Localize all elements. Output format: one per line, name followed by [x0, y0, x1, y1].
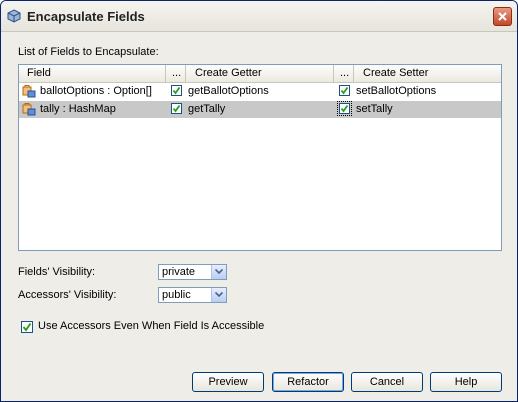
column-header-field[interactable]: Field: [19, 65, 166, 82]
accessors-visibility-label: Accessors' Visibility:: [18, 289, 117, 301]
title-bar[interactable]: Encapsulate Fields: [1, 1, 517, 32]
refactor-button[interactable]: Refactor: [272, 372, 344, 392]
setter-name[interactable]: setTally: [356, 101, 393, 118]
use-accessors-checkbox[interactable]: [21, 321, 33, 333]
field-lock-icon: [22, 84, 36, 98]
dropdown-button[interactable]: [211, 288, 226, 302]
dialog-content: List of Fields to Encapsulate: Field ...…: [1, 32, 517, 401]
accessors-visibility-value: public: [162, 289, 191, 301]
getter-name[interactable]: getTally: [188, 101, 225, 118]
setter-checkbox[interactable]: [337, 101, 352, 116]
preview-button[interactable]: Preview: [192, 372, 264, 392]
close-button[interactable]: [493, 7, 512, 26]
list-label: List of Fields to Encapsulate:: [18, 46, 159, 58]
fields-table[interactable]: Field ... Create Getter ... Create Sette…: [18, 64, 502, 251]
field-lock-icon: [22, 102, 36, 116]
column-header-getter-check[interactable]: ...: [166, 65, 186, 82]
column-header-setter-check[interactable]: ...: [334, 65, 354, 82]
close-icon: [498, 12, 507, 21]
column-header-create-setter[interactable]: Create Setter: [354, 65, 501, 82]
encapsulate-fields-dialog: Encapsulate Fields List of Fields to Enc…: [0, 0, 518, 402]
setter-checkbox[interactable]: [339, 85, 350, 96]
fields-visibility-value: private: [162, 266, 196, 278]
column-header-create-getter[interactable]: Create Getter: [186, 65, 334, 82]
field-name: ballotOptions : Option[]: [40, 85, 152, 97]
help-button[interactable]: Help: [430, 372, 502, 392]
table-row[interactable]: tally : HashMap getTally setTally: [19, 101, 501, 118]
getter-name[interactable]: getBallotOptions: [188, 83, 269, 100]
netbeans-cube-icon: [7, 9, 21, 23]
dropdown-button[interactable]: [211, 265, 226, 279]
accessors-visibility-select[interactable]: public: [158, 287, 227, 303]
chevron-down-icon: [215, 269, 223, 274]
chevron-down-icon: [215, 292, 223, 297]
cancel-button[interactable]: Cancel: [351, 372, 423, 392]
table-header: Field ... Create Getter ... Create Sette…: [19, 65, 501, 83]
use-accessors-label[interactable]: Use Accessors Even When Field Is Accessi…: [38, 320, 264, 332]
setter-name[interactable]: setBallotOptions: [356, 83, 436, 100]
fields-visibility-select[interactable]: private: [158, 264, 227, 280]
table-row[interactable]: ballotOptions : Option[] getBallotOption…: [19, 83, 501, 100]
getter-checkbox[interactable]: [171, 103, 182, 114]
window-title: Encapsulate Fields: [27, 9, 145, 24]
field-name: tally : HashMap: [40, 103, 116, 115]
fields-visibility-label: Fields' Visibility:: [18, 266, 96, 278]
getter-checkbox[interactable]: [171, 85, 182, 96]
